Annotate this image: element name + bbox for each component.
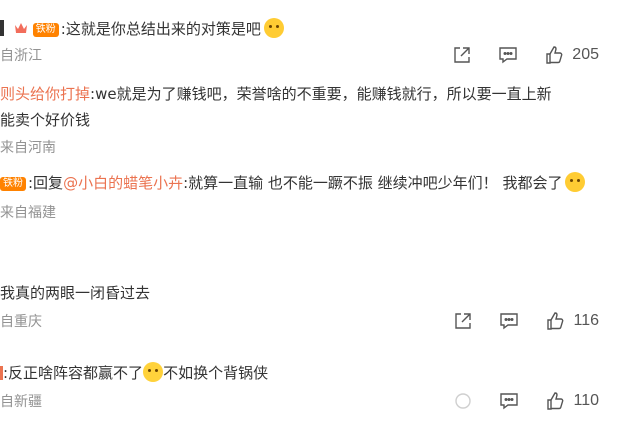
fan-badge: 铁粉 xyxy=(0,177,26,191)
comment-5-actions: 110 xyxy=(427,391,599,411)
comment-4-actions: 116 xyxy=(427,311,599,331)
party-emoji-icon xyxy=(565,172,586,192)
comment-5-content: :反正啥阵容都赢不了 不如换个背锅侠 xyxy=(0,362,617,384)
comment-2-location: 来自河南 xyxy=(0,140,56,156)
comment-3-location: 来自福建 xyxy=(0,205,56,221)
like-button[interactable]: 205 xyxy=(544,45,599,65)
comment-icon xyxy=(500,313,519,330)
like-count: 205 xyxy=(572,46,599,63)
share-icon xyxy=(454,47,470,63)
comment-3-content: 铁粉:回复@小白的蜡笔小卉:就算一直输 也不能一蹶不振 继续冲吧少年们！ 我都会… xyxy=(0,172,617,194)
user-avatar-fragment xyxy=(0,20,4,36)
crying-emoji-icon xyxy=(143,362,164,382)
comment-button[interactable] xyxy=(499,311,519,331)
share-icon xyxy=(455,313,472,329)
reply-prefix: :回复 xyxy=(28,174,64,192)
comment-text-cont: 不如换个背锅侠 xyxy=(163,364,269,382)
comment-text: :反正啥阵容都赢不了 xyxy=(3,364,144,382)
share-button[interactable] xyxy=(452,45,472,65)
like-button[interactable]: 110 xyxy=(545,391,599,411)
like-count: 116 xyxy=(573,312,599,329)
share-button[interactable] xyxy=(453,391,473,411)
fan-badge: 铁粉 xyxy=(32,23,59,37)
comment-icon xyxy=(500,393,519,410)
smile-emoji-icon xyxy=(263,18,284,38)
comment-2-content: 则头给你打掉:we就是为了赚钱吧，荣誉啥的不重要，能赚钱就行，所以要一直上新 xyxy=(0,83,617,105)
comment-button[interactable] xyxy=(499,391,519,411)
like-icon xyxy=(547,392,564,410)
like-icon xyxy=(547,312,564,330)
comment-button[interactable] xyxy=(498,45,518,65)
comment-1-actions: 205 xyxy=(426,45,599,65)
mention-link[interactable]: @小白的蜡笔小卉 xyxy=(63,174,183,192)
like-count: 110 xyxy=(573,392,599,409)
comment-1-content: 铁粉:这就是你总结出来的对策是吧 xyxy=(0,18,617,40)
share-icon xyxy=(455,393,472,409)
comment-text: :就算一直输 也不能一蹶不振 继续冲吧少年们！ 我都会了 xyxy=(183,174,563,192)
comment-text: :这就是你总结出来的对策是吧 xyxy=(60,20,261,38)
crown-icon xyxy=(14,23,27,33)
comment-icon xyxy=(499,47,517,64)
comment-text: :we就是为了赚钱吧，荣誉啥的不重要，能赚钱就行，所以要一直上新 xyxy=(90,85,552,103)
share-button[interactable] xyxy=(453,311,473,331)
comment-4-content: 我真的两眼一闭昏过去 xyxy=(0,284,151,302)
like-button[interactable]: 116 xyxy=(545,311,599,331)
like-icon xyxy=(546,46,563,64)
comment-2-content-cont: 能卖个好价钱 xyxy=(0,111,91,129)
comment-username[interactable]: 则头给你打掉 xyxy=(0,85,90,103)
